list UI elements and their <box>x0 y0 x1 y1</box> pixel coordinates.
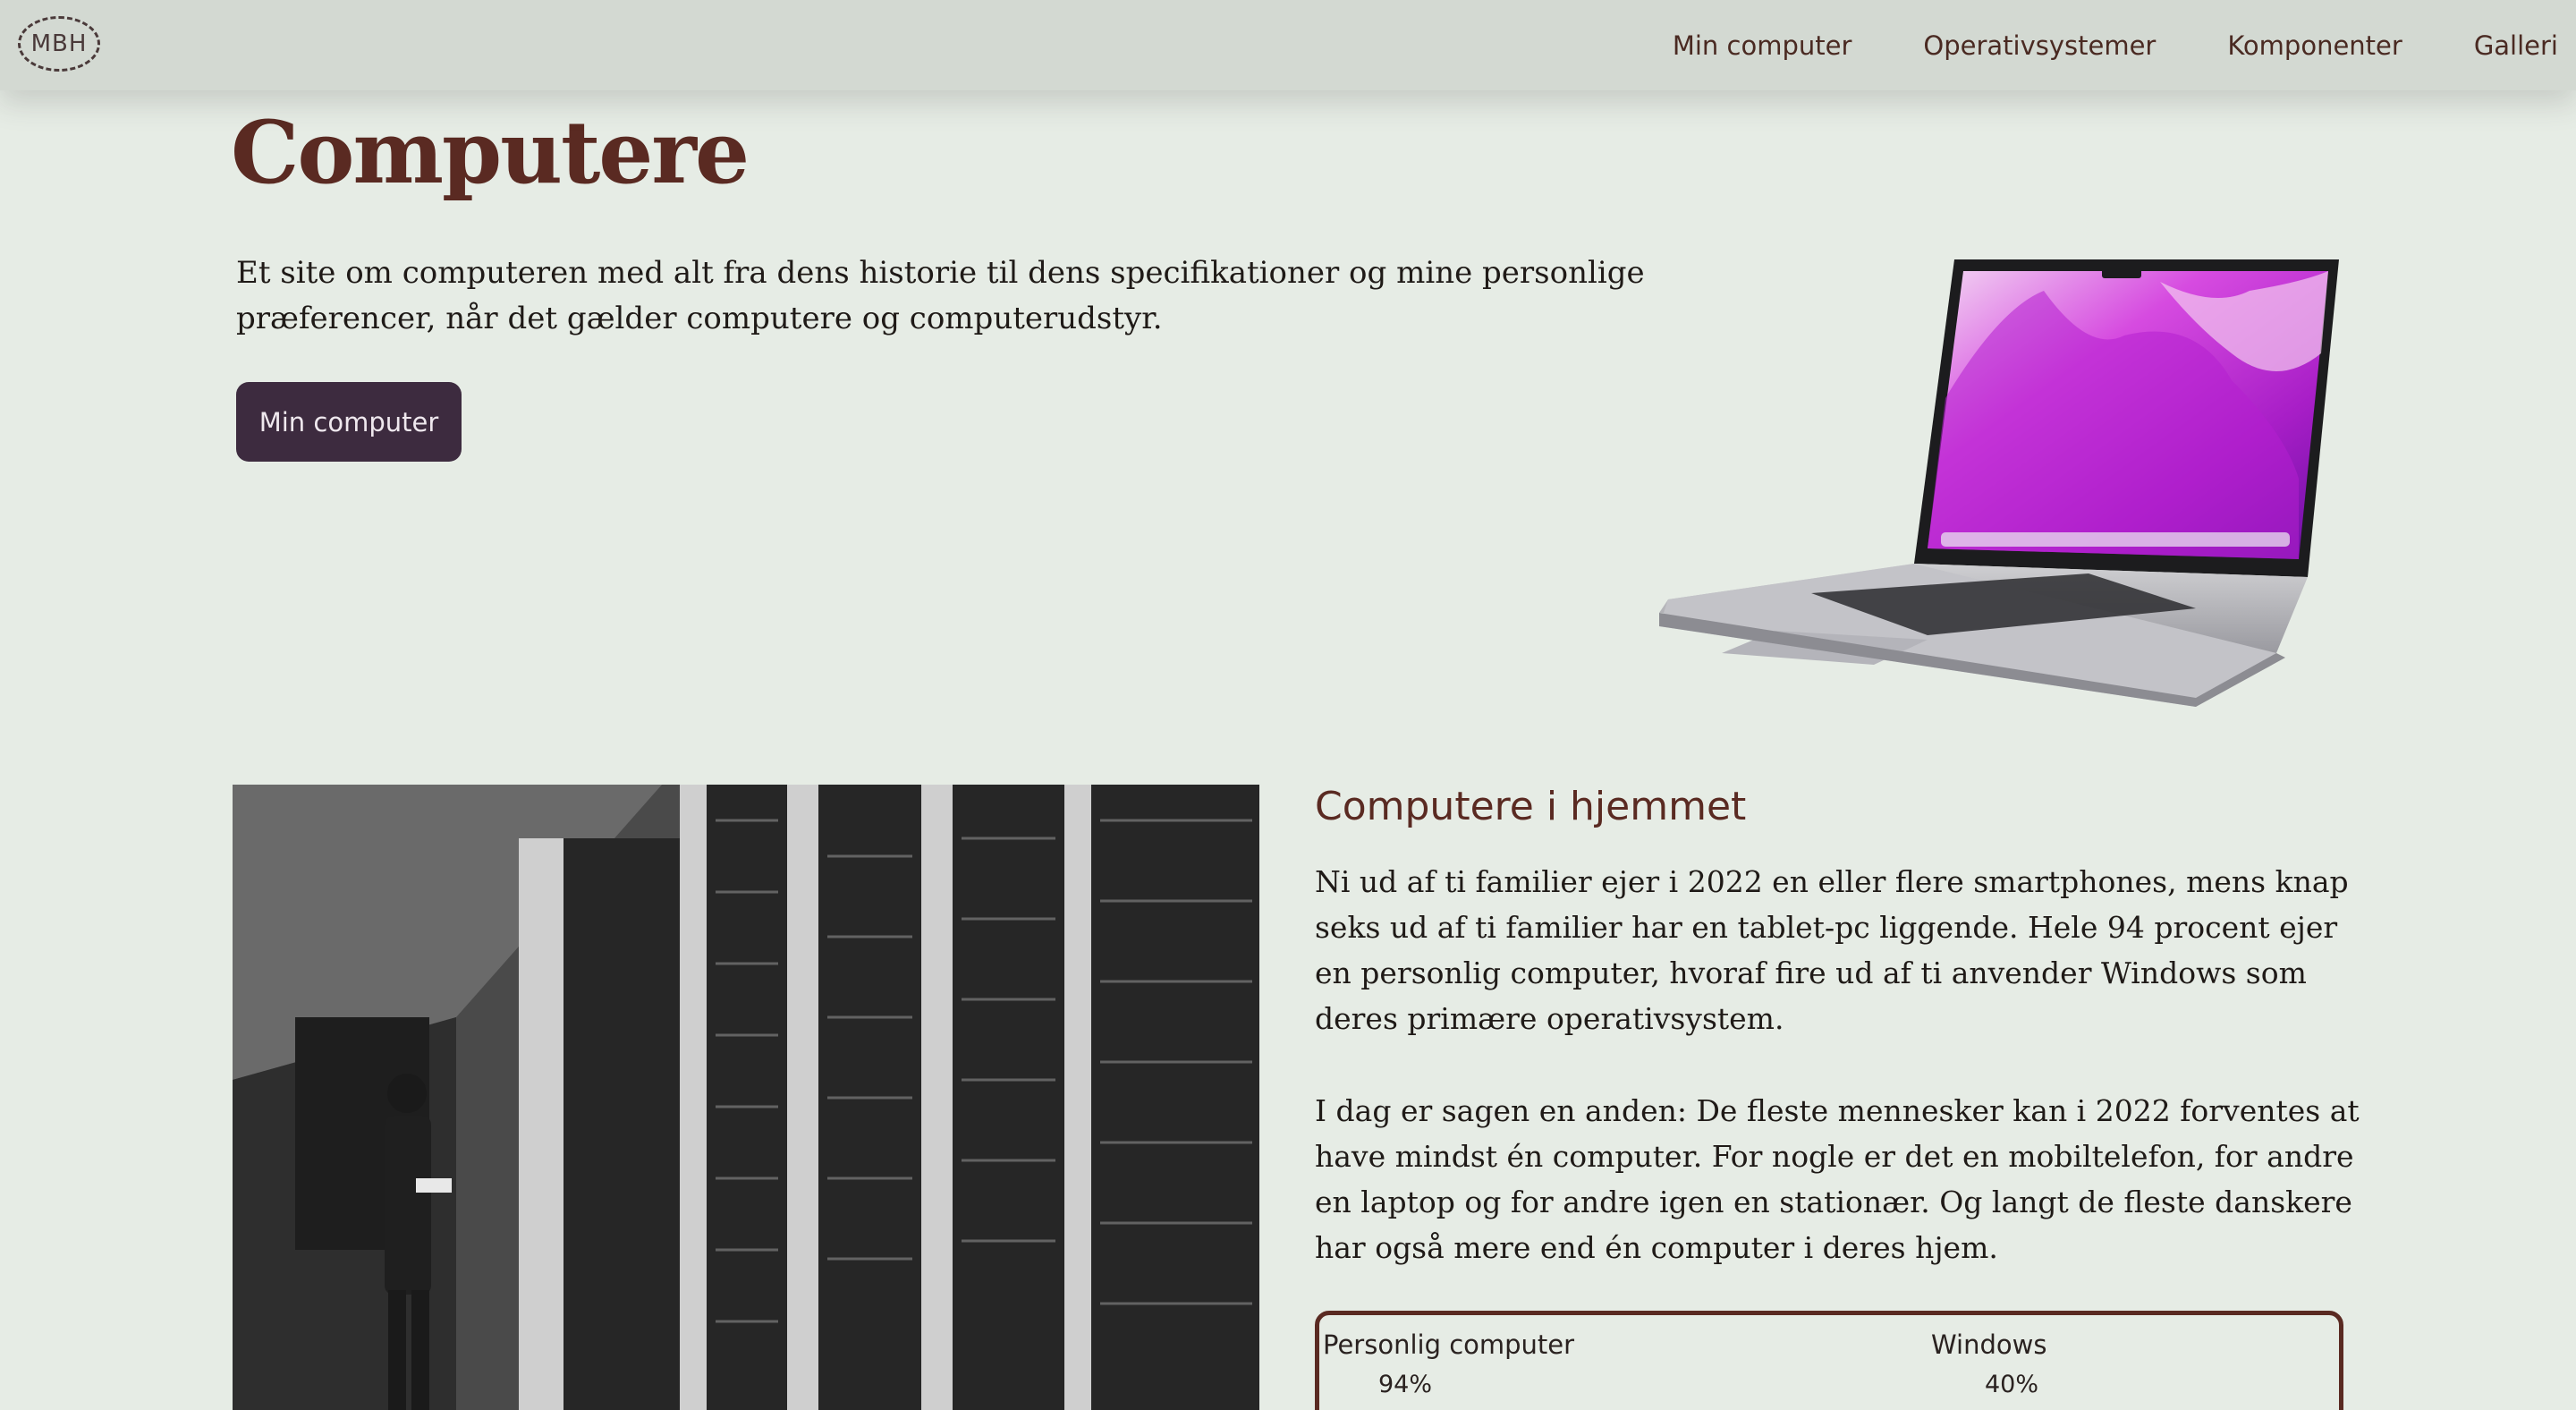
stat-personal-computer: Personlig computer 94% <box>1323 1329 1574 1398</box>
nav-link-min-computer[interactable]: Min computer <box>1673 30 1852 61</box>
stats-box: Personlig computer 94% Windows 40% <box>1315 1311 2343 1410</box>
nav-link-galleri[interactable]: Galleri <box>2474 30 2558 61</box>
nav-link-operativsystemer[interactable]: Operativsystemer <box>1923 30 2156 61</box>
nav-link-komponenter[interactable]: Komponenter <box>2227 30 2402 61</box>
stat-windows: Windows 40% <box>1931 1329 2046 1398</box>
logo-text: MBH <box>30 30 88 57</box>
min-computer-button[interactable]: Min computer <box>236 382 462 462</box>
section-heading-home: Computere i hjemmet <box>1315 784 1747 829</box>
stat-label: Windows <box>1931 1329 2047 1360</box>
stat-value: 94% <box>1378 1371 1433 1398</box>
top-navigation: MBH Min computer Operativsystemer Kompon… <box>0 0 2576 90</box>
mbh-logo[interactable]: MBH <box>18 16 100 72</box>
laptop-image <box>1659 259 2339 707</box>
hero-description: Et site om computeren med alt fra dens h… <box>236 255 1645 336</box>
home-paragraph-1: Ni ud af ti familier ejer i 2022 en elle… <box>1315 864 2349 1036</box>
historic-computer-photo <box>233 785 1259 1410</box>
stat-value: 40% <box>1985 1371 2039 1398</box>
nav-links: Min computer Operativsystemer Komponente… <box>1601 0 2576 90</box>
page-title: Computere <box>231 102 750 203</box>
home-paragraph-2: I dag er sagen en anden: De fleste menne… <box>1315 1093 2360 1265</box>
stat-label: Personlig computer <box>1323 1329 1575 1360</box>
